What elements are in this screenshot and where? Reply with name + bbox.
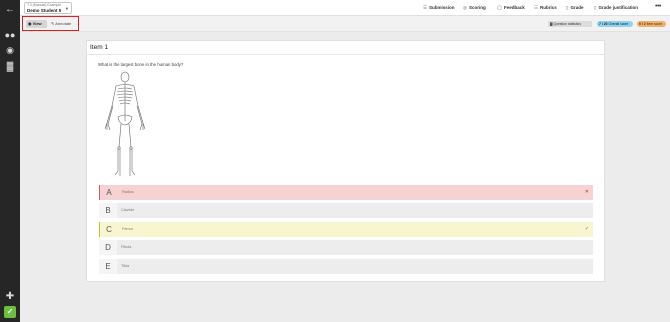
tab-grade-justification[interactable]: ▯ Grade justification (594, 5, 638, 11)
item-card: Item 1 What is the largest bone in the h… (86, 40, 605, 282)
option-text: Tibia (121, 264, 130, 268)
clipboard-check-icon: ▯ (594, 5, 597, 10)
back-arrow-icon[interactable]: ← (4, 4, 16, 16)
answer-option-b[interactable]: B Clavicle (99, 203, 593, 218)
tab-scoring[interactable]: ◎ Scoring (463, 5, 486, 11)
option-letter: B (99, 203, 117, 218)
tab-scoring-label: Scoring (468, 5, 486, 10)
option-letter: D (99, 240, 117, 255)
tab-feedback-label: Feedback (504, 5, 525, 10)
users-icon[interactable]: ●● (4, 29, 16, 41)
mode-toggle: ◉ View ✎ Annotate (22, 16, 79, 31)
tab-grade-justification-label: Grade justification (598, 5, 638, 10)
brand-logo-icon: ✓ (4, 306, 16, 318)
left-rail: ← ●● ◉ ▓ ✚ ✓ (0, 0, 20, 322)
tab-rubrics[interactable]: ☷ Rubrics (534, 5, 557, 11)
tab-grade-label: Grade (570, 5, 584, 10)
option-text: Fibula (121, 245, 132, 249)
item-score-value: 0 / 2 (639, 22, 646, 26)
overall-score-badge: 7 / 20 Overall score (597, 21, 633, 27)
target-icon: ◎ (463, 5, 467, 10)
question-statistics-label: Question statistics (553, 22, 581, 26)
student-selector-caption: T.3 (Manual) Example (27, 3, 62, 7)
overall-score-label: Overall score (608, 22, 629, 26)
tab-feedback[interactable]: ◯ Feedback (497, 5, 525, 11)
skeleton-image (104, 71, 146, 176)
answer-option-a[interactable]: A Radius ✕ (99, 185, 593, 200)
item-header: Item 1 (87, 41, 604, 55)
tab-rubrics-label: Rubrics (540, 5, 557, 10)
item-score-badge: 0 / 2 Item score (637, 21, 666, 27)
option-text: Femur (122, 227, 133, 231)
puzzle-icon[interactable]: ✚ (4, 291, 16, 303)
answer-option-e[interactable]: E Tibia (99, 259, 593, 274)
tab-submission-label: Submission (429, 5, 455, 10)
document-list-icon: ☰ (423, 5, 428, 10)
annotate-mode-button[interactable]: ✎ Annotate (49, 20, 75, 28)
student-selector[interactable]: T.3 (Manual) Example Demo Student 5 ▼ (24, 2, 72, 14)
bar-chart-icon[interactable]: ▓ (4, 60, 16, 72)
option-letter: E (99, 259, 117, 274)
item-score-label: Item score (646, 22, 663, 26)
toolbar: ◉ View ✎ Annotate ▓ Question statistics … (20, 16, 670, 32)
rubric-icon: ☷ (534, 5, 539, 10)
student-name: Demo Student 5 (27, 8, 62, 13)
tab-submission[interactable]: ☰ Submission (423, 5, 455, 11)
chat-icon[interactable]: ◉ (4, 44, 16, 56)
overall-score-value: 7 / 20 (599, 22, 608, 26)
question-statistics-button[interactable]: ▓ Question statistics (548, 21, 592, 27)
item-title: Item 1 (90, 44, 109, 51)
top-bar: T.3 (Manual) Example Demo Student 5 ▼ ☰ S… (20, 0, 670, 16)
annotate-mode-label: Annotate (55, 21, 72, 26)
option-letter: A (100, 185, 118, 200)
question-text: What is the largest bone in the human bo… (98, 62, 184, 67)
close-icon: ✕ (584, 189, 589, 195)
option-text: Clavicle (121, 208, 135, 212)
checkmark-icon: ✓ (584, 226, 589, 232)
more-options-icon[interactable]: ••• (655, 3, 661, 10)
view-mode-label: View (32, 21, 42, 26)
speech-bubble-icon: ◯ (497, 5, 503, 10)
option-text: Radius (122, 190, 134, 194)
tab-grade[interactable]: ▯ Grade (566, 5, 584, 11)
option-letter: C (100, 222, 118, 237)
clipboard-icon: ▯ (566, 5, 569, 10)
chevron-down-icon: ▼ (65, 6, 69, 11)
view-mode-button[interactable]: ◉ View (26, 20, 47, 28)
answer-option-d[interactable]: D Fibula (99, 240, 593, 255)
answer-option-c[interactable]: C Femur ✓ (99, 222, 593, 237)
